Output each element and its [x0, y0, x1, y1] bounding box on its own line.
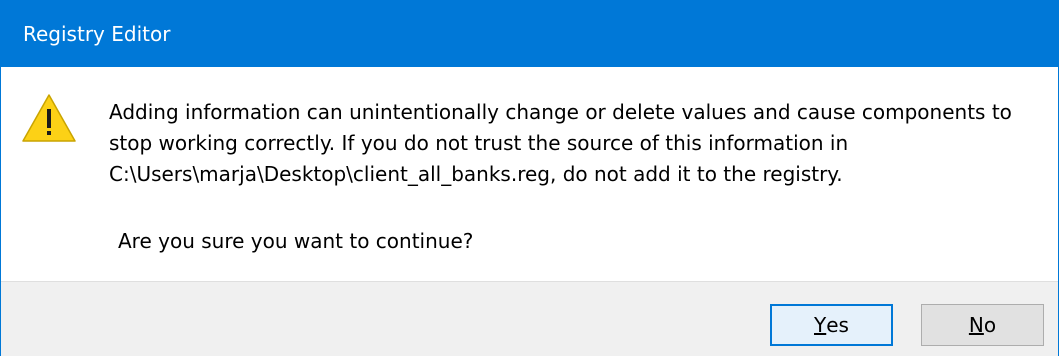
message-line: stop working correctly. If you do not tr… — [109, 131, 849, 155]
confirmation-question: Are you sure you want to continue? — [118, 229, 474, 253]
no-button[interactable]: No — [921, 304, 1044, 346]
warning-message: Adding information can unintentionally c… — [109, 97, 1039, 190]
yes-button[interactable]: Yes — [770, 304, 893, 346]
registry-editor-dialog: Registry Editor Adding information can u… — [0, 0, 1059, 356]
window-title: Registry Editor — [23, 21, 171, 46]
message-line: Adding information can unintentionally c… — [109, 100, 1012, 124]
button-bar: Yes No — [1, 281, 1058, 356]
dialog-content: Adding information can unintentionally c… — [1, 67, 1058, 281]
warning-icon — [22, 94, 76, 142]
yes-button-mnemonic: Y — [814, 313, 827, 337]
title-bar[interactable]: Registry Editor — [1, 0, 1058, 67]
no-button-label: o — [983, 313, 997, 337]
no-button-mnemonic: N — [968, 313, 984, 337]
yes-button-label: es — [826, 313, 849, 337]
message-line: C:\Users\marja\Desktop\client_all_banks.… — [109, 162, 843, 186]
